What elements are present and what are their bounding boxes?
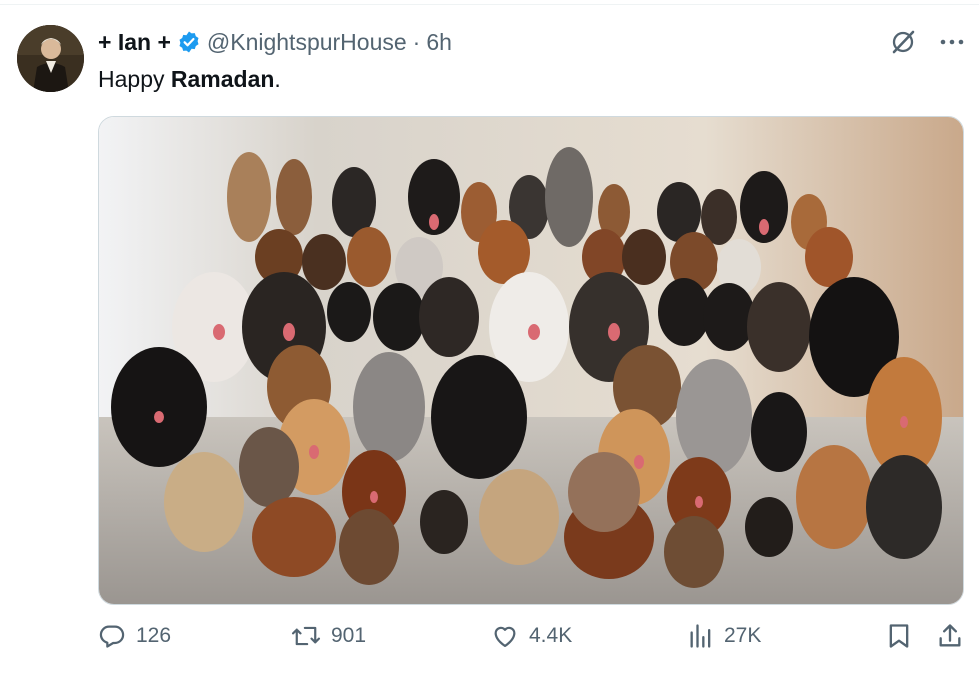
tweet-media-image[interactable] (98, 116, 964, 605)
tweet-actions: 126 901 4.4K 27K (98, 622, 966, 662)
bookmark-icon (886, 622, 912, 650)
retweet-button[interactable]: 901 (291, 622, 366, 650)
tweet-text-prefix: Happy (98, 66, 171, 92)
retweet-icon (291, 622, 321, 650)
share-button[interactable] (936, 622, 964, 650)
separator-dot: · (412, 28, 421, 55)
reply-count: 126 (136, 624, 172, 647)
dogs-photo (99, 117, 963, 604)
tweet-text: Happy Ramadan. (98, 66, 281, 93)
more-icon[interactable] (939, 37, 965, 47)
tweet-text-suffix: . (274, 66, 281, 92)
views-icon (688, 622, 714, 650)
retweet-count: 901 (331, 624, 367, 647)
grok-icon[interactable] (889, 28, 917, 56)
display-name[interactable]: + Ian + (98, 29, 171, 56)
timestamp[interactable]: 6h (426, 29, 452, 56)
views-count: 27K (724, 624, 762, 647)
views-button[interactable]: 27K (688, 622, 761, 650)
avatar-portrait (17, 25, 84, 92)
tweet-header: + Ian + @KnightspurHouse · 6h (98, 27, 452, 57)
top-divider (0, 4, 979, 5)
like-button[interactable]: 4.4K (491, 622, 572, 650)
like-icon (491, 622, 519, 650)
like-count: 4.4K (529, 624, 573, 647)
share-icon (936, 622, 964, 650)
user-handle[interactable]: @KnightspurHouse (207, 29, 407, 56)
bookmark-button[interactable] (886, 622, 912, 650)
avatar[interactable] (17, 25, 84, 92)
tweet-text-bold: Ramadan (170, 66, 275, 92)
reply-icon (98, 622, 126, 650)
top-actions (889, 28, 965, 56)
reply-button[interactable]: 126 (98, 622, 171, 650)
verified-badge-icon (177, 30, 201, 54)
